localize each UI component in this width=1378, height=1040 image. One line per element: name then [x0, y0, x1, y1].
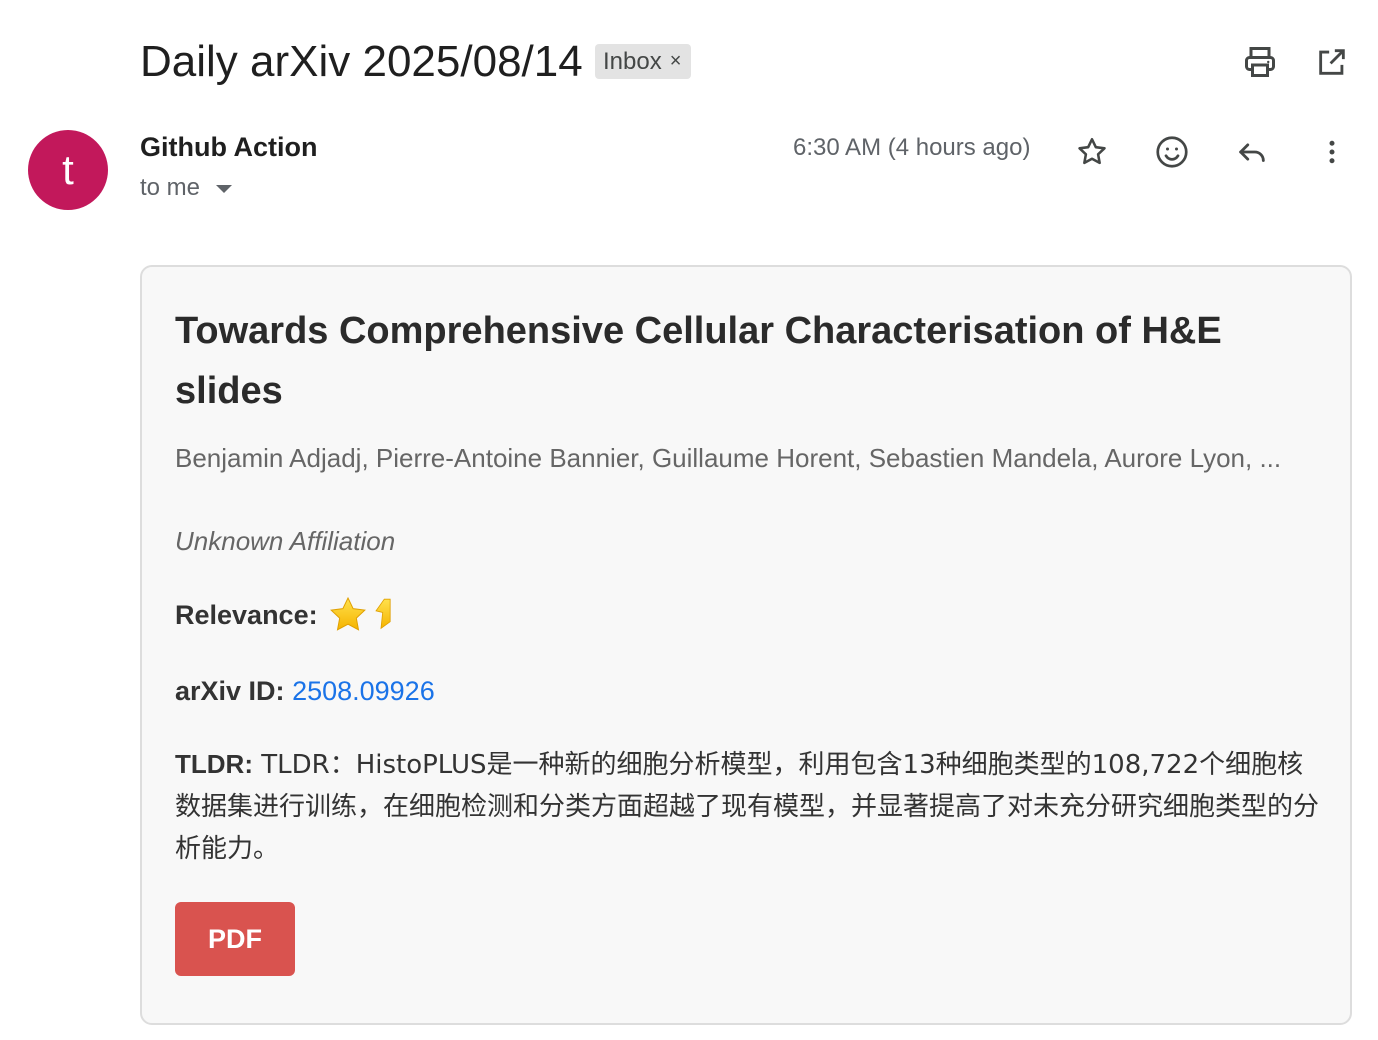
pdf-button[interactable]: PDF	[175, 902, 295, 976]
relevance-label: Relevance:	[175, 600, 318, 630]
relevance-stars	[328, 595, 392, 635]
sender-name[interactable]: Github Action	[140, 132, 317, 163]
tldr-row: TLDR: TLDR：HistoPLUS是一种新的细胞分析模型，利用包含13种细…	[175, 743, 1325, 870]
paper-affiliation: Unknown Affiliation	[175, 526, 396, 556]
arxiv-label: arXiv ID:	[175, 676, 285, 706]
more-vert-icon[interactable]	[1310, 130, 1354, 174]
half-star-icon	[374, 598, 391, 630]
relevance-row: Relevance:	[175, 594, 392, 636]
paper-authors: Benjamin Adjadj, Pierre-Antoine Bannier,…	[175, 443, 1282, 473]
full-star-icon	[329, 596, 366, 631]
reply-icon[interactable]	[1230, 130, 1274, 174]
remove-label-icon[interactable]: ×	[670, 50, 682, 73]
emoji-reaction-icon[interactable]	[1150, 130, 1194, 174]
tldr-text: TLDR：HistoPLUS是一种新的细胞分析模型，利用包含13种细胞类型的10…	[175, 750, 1320, 864]
paper-title: Towards Comprehensive Cellular Character…	[175, 310, 1222, 412]
paper-card: Towards Comprehensive Cellular Character…	[140, 265, 1352, 1025]
avatar[interactable]: t	[28, 130, 108, 210]
email-subject: Daily arXiv 2025/08/14	[140, 37, 583, 86]
email-timestamp: 6:30 AM (4 hours ago)	[793, 134, 1031, 161]
recipient-text: to me	[140, 174, 201, 201]
chevron-down-icon	[216, 185, 233, 193]
print-icon[interactable]	[1240, 42, 1280, 82]
inbox-label-chip[interactable]: Inbox ×	[595, 44, 692, 79]
open-in-new-window-icon[interactable]	[1312, 42, 1352, 82]
arxiv-row: arXiv ID: 2508.09926	[175, 670, 435, 712]
arxiv-id-link[interactable]: 2508.09926	[292, 676, 435, 706]
email-view: Daily arXiv 2025/08/14 Inbox × t Github …	[0, 0, 1378, 1040]
label-text: Inbox	[603, 47, 662, 75]
tldr-label: TLDR:	[175, 749, 253, 779]
recipient-details-toggle[interactable]: to me	[140, 174, 233, 202]
star-icon[interactable]	[1070, 130, 1114, 174]
